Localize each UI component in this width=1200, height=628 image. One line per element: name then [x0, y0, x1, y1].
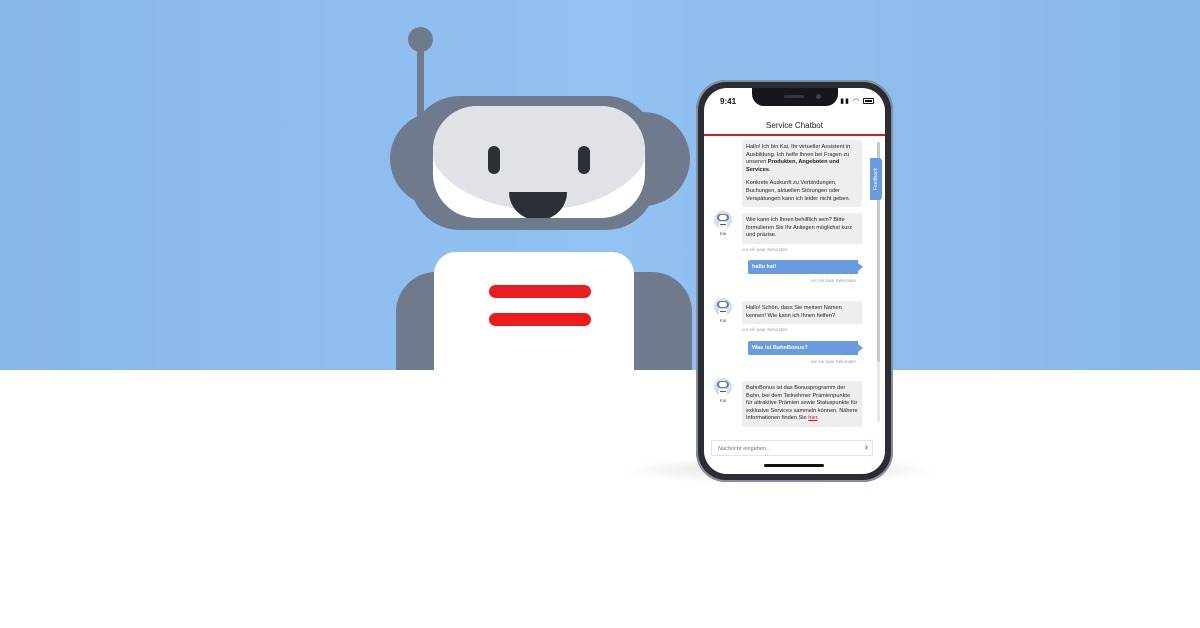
robot-torso [434, 252, 634, 370]
phone-notch [752, 88, 838, 106]
robot-face [433, 106, 645, 218]
wifi-icon: ◠ [852, 98, 861, 105]
chat-header-title: Service Chatbot [704, 118, 885, 136]
bot-message-greeting: Hallo! Schön, dass Sie meinen Namen kenn… [742, 301, 862, 325]
info-link[interactable]: hier [808, 415, 817, 421]
home-indicator [764, 464, 824, 467]
feedback-tab[interactable]: Feedback [870, 158, 882, 200]
user-message: hallo kai! [748, 260, 863, 274]
battery-icon [863, 98, 874, 105]
message-timestamp: vor ein paar Sekunden [742, 247, 788, 252]
chevron-right-icon[interactable]: › [865, 442, 868, 454]
signal-icon: ▮▮ [840, 98, 850, 105]
camera-icon [816, 94, 821, 99]
phone-screen: 9:41 ▮▮ ◠ Service Chatbot Hallo! Ich bin… [704, 88, 885, 474]
robot-antenna [417, 40, 424, 120]
chat-log[interactable]: Hallo! Ich bin Kai, Ihr virtueller Assis… [704, 138, 876, 432]
bot-message-intro: Hallo! Ich bin Kai, Ihr virtueller Assis… [742, 140, 862, 208]
speaker-grille [784, 95, 804, 98]
robot-red-stripe [489, 313, 591, 326]
robot-right-eye [578, 146, 590, 174]
robot-left-eye [488, 146, 500, 174]
bot-name-label: Kai [719, 231, 727, 236]
robot-red-stripe [489, 285, 591, 298]
bot-name-label: Kai [719, 398, 727, 403]
user-message: Was ist BahnBonus? [748, 341, 863, 355]
robot-antenna-ball [408, 27, 433, 52]
bot-avatar [714, 211, 732, 229]
robot-illustration [0, 0, 1200, 370]
message-timestamp: vor ein paar Sekunden [742, 327, 788, 332]
intro-paragraph-2: Konkrete Auskunft zu Verbindungen, Buchu… [746, 180, 851, 202]
bot-avatar [714, 298, 732, 316]
status-time: 9:41 [720, 97, 737, 106]
status-icons: ▮▮ ◠ [840, 97, 874, 105]
bot-message-bahnbonus: BahnBonus ist das Bonusprogramm der Bahn… [742, 381, 862, 427]
phone-mockup: 9:41 ▮▮ ◠ Service Chatbot Hallo! Ich bin… [696, 80, 893, 482]
bot-message-help: Wie kann ich Ihnen behilflich sein? Bitt… [742, 213, 862, 244]
intro-paragraph-1: Hallo! Ich bin Kai, Ihr virtueller Assis… [746, 144, 851, 173]
bot-avatar [714, 378, 732, 396]
bot-name-label: Kai [719, 318, 727, 323]
message-timestamp: vor ein paar Sekunden [810, 359, 856, 364]
message-input[interactable] [718, 443, 848, 454]
robot-mouth [509, 192, 567, 218]
background-floor [0, 370, 1200, 628]
message-timestamp: vor ein paar Sekunden [810, 278, 856, 283]
message-input-bar: › [711, 440, 873, 456]
